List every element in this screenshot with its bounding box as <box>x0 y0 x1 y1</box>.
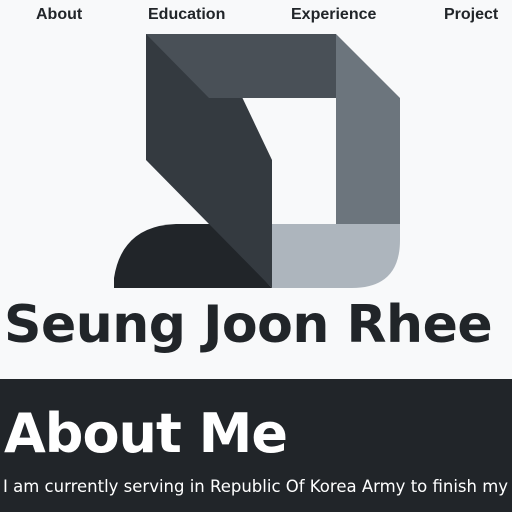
logo-bottom-tile <box>272 224 336 288</box>
top-nav: About Education Experience Project <box>0 0 512 32</box>
about-section: About Me I am currently serving in Repub… <box>0 379 512 512</box>
hero-name: Seung Joon Rhee <box>4 295 493 355</box>
nav-link-experience[interactable]: Experience <box>291 6 376 24</box>
nav-link-project[interactable]: Project <box>444 6 498 24</box>
about-title: About Me <box>4 402 288 465</box>
logo-right-bar <box>336 34 400 224</box>
sj-monogram-logo-icon <box>114 34 400 288</box>
about-text: I am currently serving in Republic Of Ko… <box>3 477 512 496</box>
nav-link-education[interactable]: Education <box>148 6 225 24</box>
portfolio-page: About Education Experience Project Seung… <box>0 0 512 512</box>
nav-link-about[interactable]: About <box>36 6 82 24</box>
logo-corner-tile <box>336 224 400 288</box>
